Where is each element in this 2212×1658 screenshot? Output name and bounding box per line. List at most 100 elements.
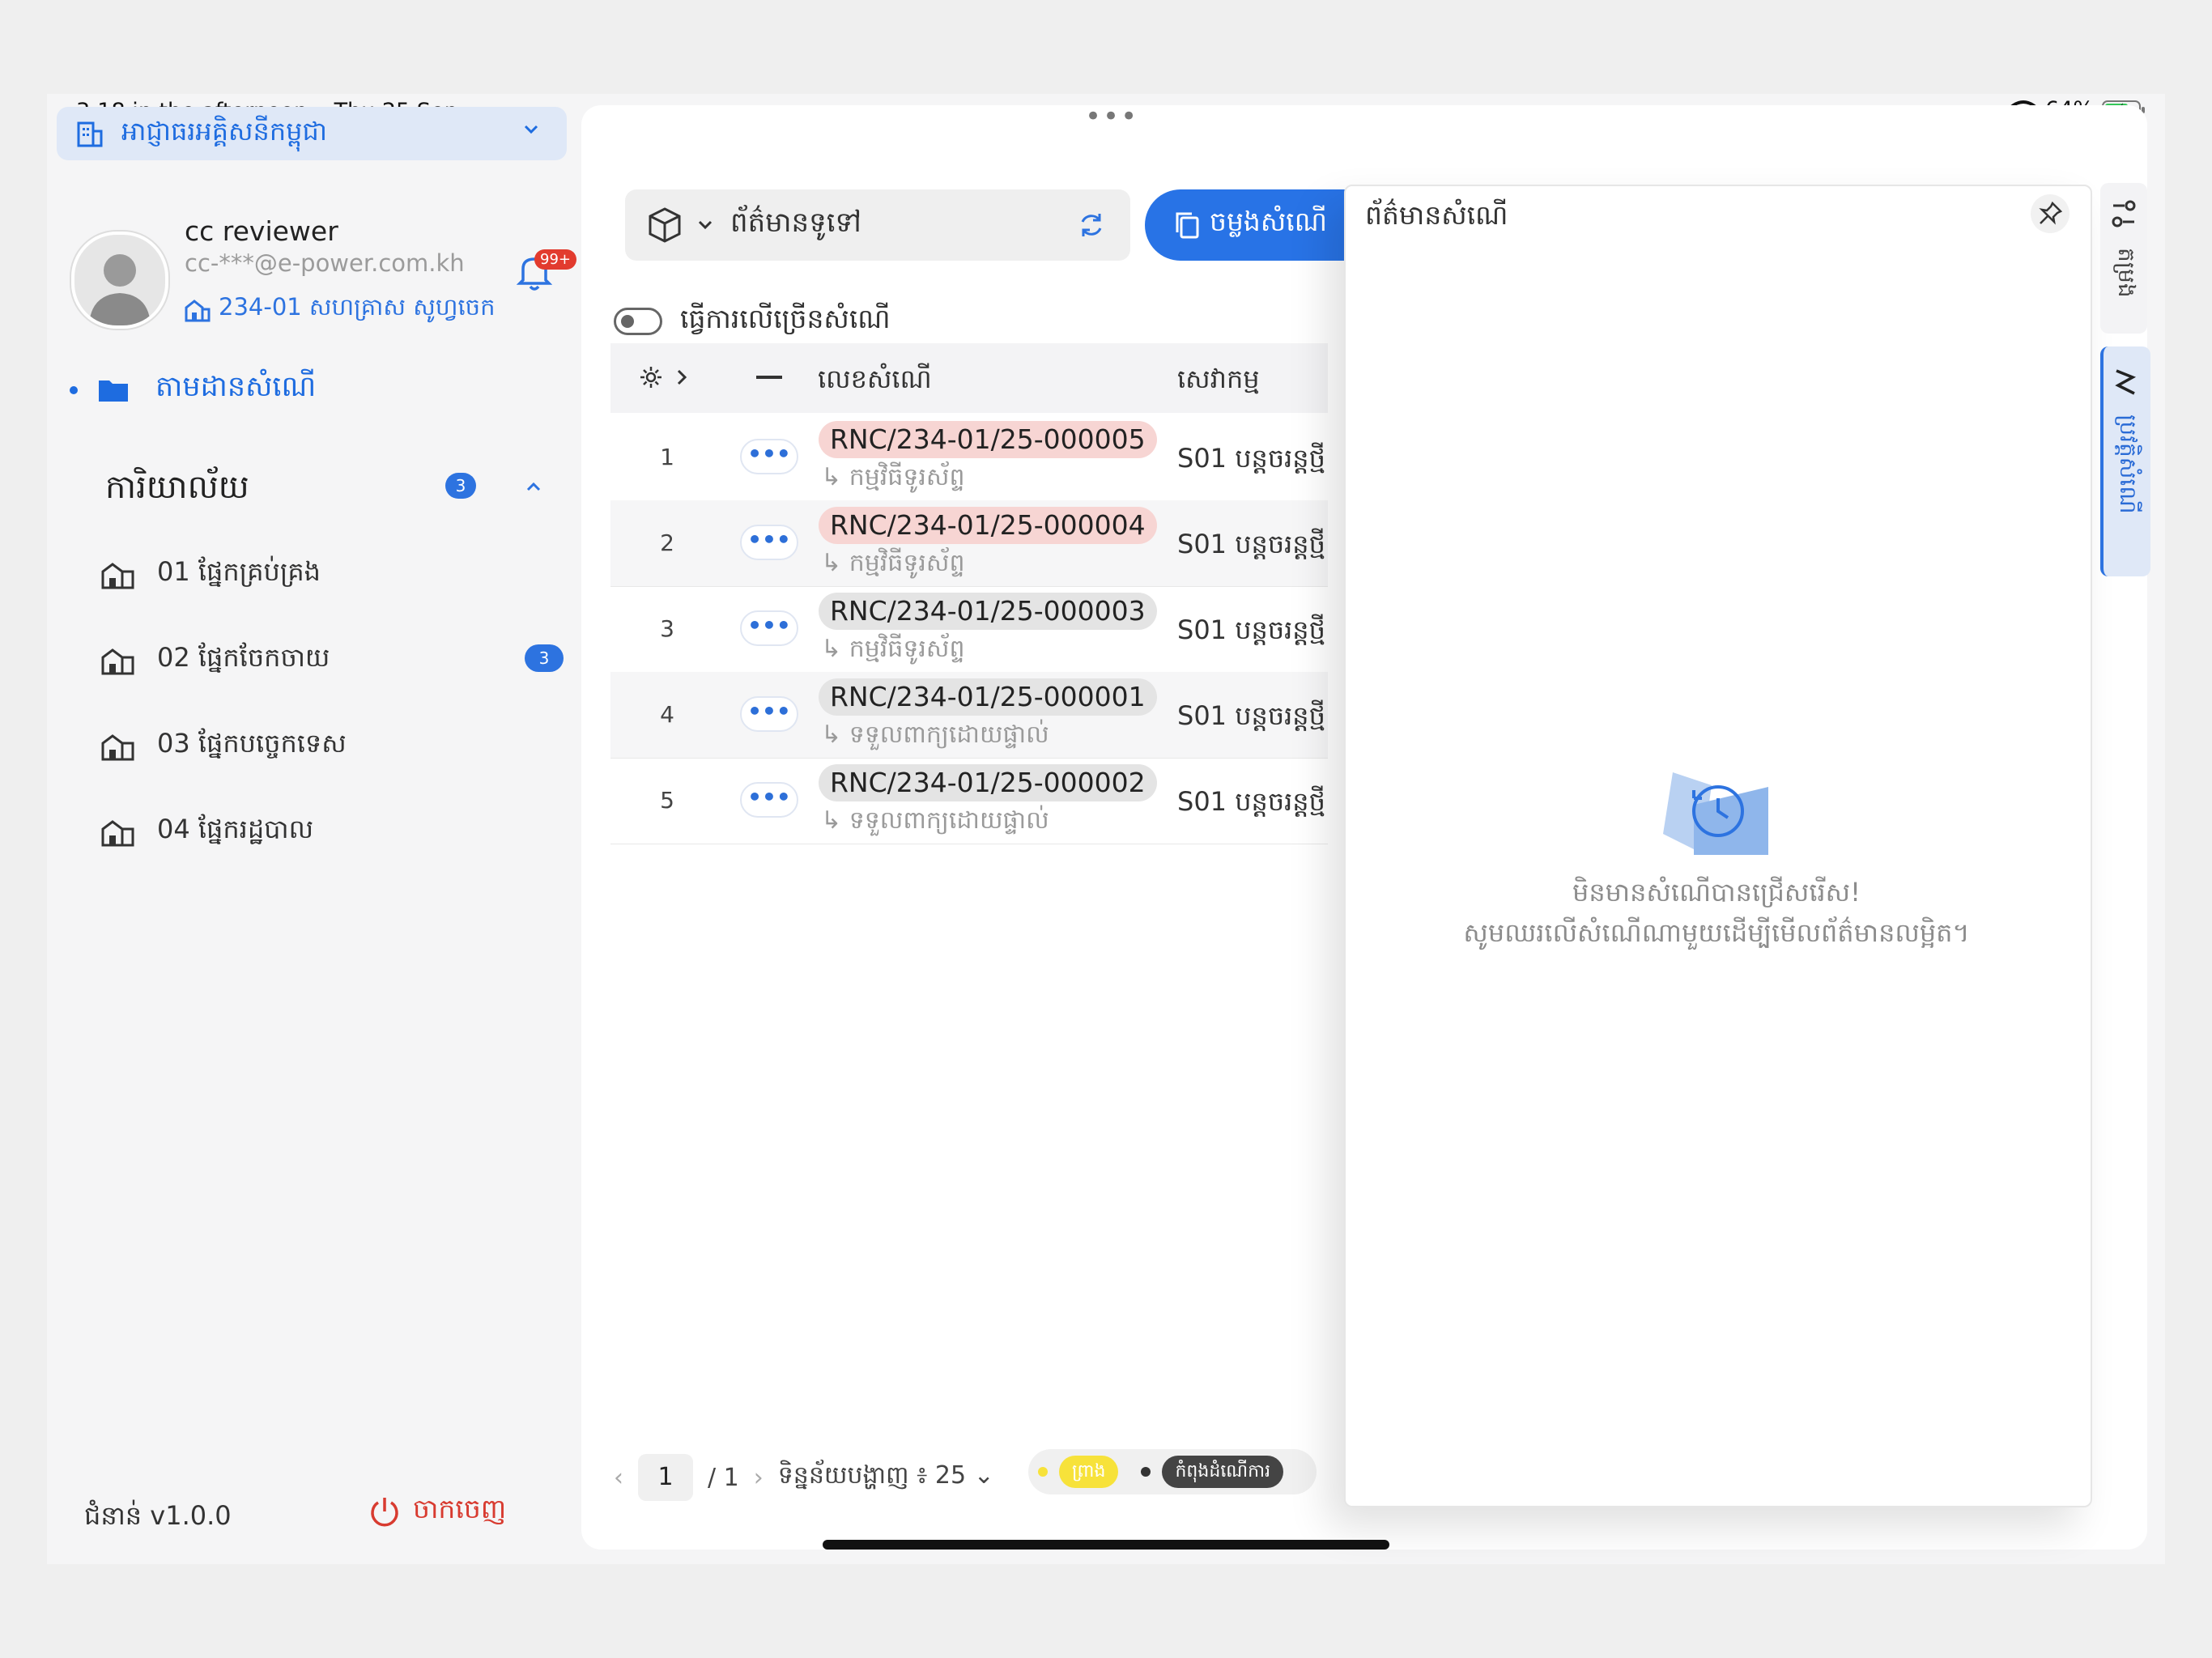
empty-history-illustration-icon [1663,772,1768,855]
empty-state-hint: សូមឈរលើសំណើណាមួយដើម្បីមើលព័ត៌មានលម្អិត។ [1463,917,1970,948]
user-organization: 234-01 សហគ្រាស សូហ្វចេក [185,293,496,327]
request-service: S01 បន្តចរន្តថ្មី [1177,700,1325,731]
row-more-button[interactable]: ••• [740,610,798,646]
dept-item-04[interactable]: 04 ផ្នែករដ្ឋបាល [100,813,313,851]
nav-track-requests-label: តាមដានសំណើ [155,371,317,403]
user-silhouette-icon [89,254,151,325]
dept-item-01[interactable]: 01 ផ្នែកគ្រប់គ្រង [100,555,321,593]
row-more-button[interactable]: ••• [740,782,798,818]
request-service: S01 បន្តចរន្តថ្មី [1177,443,1325,474]
per-page-select[interactable]: ទិន្នន័យបង្ហាញ ៖ 25 ⌄ [778,1460,994,1495]
notification-badge: 99+ [534,249,576,270]
home-indicator [823,1540,1389,1550]
legend-processing: កំពុងដំណើការ [1162,1456,1284,1488]
power-icon [371,1498,398,1527]
request-id-badge: RNC/234-01/25-000004 [819,507,1157,544]
column-header-number: លេខសំណើ [818,363,932,394]
request-source: ↳ កម្មវិធីទូរស័ព្ទ [821,547,965,583]
request-source-label: កម្មវិធីទូរស័ព្ទ [849,635,965,663]
request-source: ↳ ទទួលពាក្យដោយផ្ទាល់ [821,719,1049,755]
dept-item-label: 04 ផ្នែករដ្ឋបាល [157,814,314,844]
row-more-button[interactable]: ••• [740,696,798,732]
subitem-arrow-icon: ↳ [821,806,849,835]
subitem-arrow-icon: ↳ [821,635,849,663]
subitem-arrow-icon: ↳ [821,463,849,491]
multi-request-toggle[interactable] [614,308,662,335]
cube-icon [649,207,681,243]
user-organization-label: 234-01 សហគ្រាស សូហ្វចេក [219,293,496,321]
row-index: 3 [660,615,674,642]
user-name: cc reviewer [185,215,338,247]
user-email: cc-***@e-power.com.kh [185,249,465,277]
row-index: 5 [660,787,674,814]
dept-item-label: 01 ផ្នែកគ្រប់គ្រង [157,556,321,587]
dept-count-badge: 3 [525,644,564,672]
legend-draft: ព្រាង [1059,1456,1119,1488]
request-id-badge: RNC/234-01/25-000003 [819,593,1157,630]
history-trend-icon [2115,369,2137,395]
pagination: ‹ 1 / 1 › ទិន្នន័យបង្ហាញ ៖ 25 ⌄ [614,1454,994,1501]
office-building-icon [101,819,134,846]
copy-request-button[interactable]: ចម្លងសំណើ [1145,189,1347,261]
copy-icon [1176,212,1199,239]
request-source: ↳ ទទួលពាក្យដោយផ្ទាល់ [821,805,1049,840]
chevron-right-icon[interactable] [672,366,691,389]
logout-label: ចាកចេញ [413,1493,507,1524]
organization-select[interactable]: អាជ្ញាធរអគ្គិសនីកម្ពុជា [57,107,567,160]
pin-button[interactable] [2031,194,2069,233]
filter-sliders-icon [2112,200,2136,227]
nav-track-requests[interactable]: តាមដានសំណើ [70,369,316,410]
organization-label: អាជ្ញាធរអគ្គិសនីកម្ពុជា [121,115,327,147]
pin-icon [2039,201,2063,225]
dept-item-label: 02 ផ្នែកចែកចាយ [157,642,330,673]
prev-page-icon[interactable]: ‹ [614,1464,623,1492]
request-id-badge: RNC/234-01/25-000005 [819,421,1157,458]
status-legend: ព្រាង កំពុងដំណើការ [1028,1449,1317,1494]
subitem-arrow-icon: ↳ [821,549,849,577]
request-source-label: ទទួលពាក្យដោយផ្ទាល់ [849,806,1049,835]
subitem-arrow-icon: ↳ [821,721,849,749]
row-index: 1 [660,444,674,470]
legend-draft-dot [1038,1467,1048,1477]
next-page-icon[interactable]: › [754,1464,764,1492]
dept-item-label: 03 ផ្នែកបច្ចេកទេស [157,728,347,759]
row-index: 2 [660,529,674,556]
tab-filter[interactable]: តម្រង [2100,183,2147,334]
building-icon [77,121,103,147]
chevron-up-icon[interactable] [521,474,546,499]
request-source: ↳ កម្មវិធីទូរស័ព្ទ [821,461,965,497]
page-input[interactable]: 1 [638,1454,693,1501]
request-source-label: កម្មវិធីទូរស័ព្ទ [849,463,965,491]
dept-item-02[interactable]: 02 ផ្នែកចែកចាយ [100,641,330,679]
app-version: ជំនាន់ v1.0.0 [84,1500,232,1531]
detail-title: ព័ត៌មានសំណើ [1365,199,1508,231]
tab-history[interactable]: ប្រវត្តិសំណើ [2100,346,2150,576]
info-type-select[interactable]: ព័ត៌មានទូទៅ [625,189,1130,261]
office-count-badge: 3 [445,473,476,499]
office-building-icon [185,300,211,322]
request-source-label: កម្មវិធីទូរស័ព្ទ [849,549,965,577]
row-more-button[interactable]: ••• [740,439,798,474]
select-all-indicator[interactable] [756,376,782,379]
refresh-icon[interactable] [1075,209,1108,241]
logout-button[interactable]: ចាកចេញ [368,1493,506,1532]
multitask-dots-icon[interactable]: ••• [1085,100,1138,133]
row-index: 4 [660,701,674,728]
empty-state-title: មិនមានសំណើបានជ្រើសរើស! [1572,877,1861,908]
tab-history-label: ប្រវត្តិសំណើ [2115,414,2142,514]
gear-icon[interactable] [638,364,664,390]
request-source-label: ទទួលពាក្យដោយផ្ទាល់ [849,721,1049,749]
tab-filter-label: តម្រង [2113,248,2140,298]
per-page-label: ទិន្នន័យបង្ហាញ ៖ 25 [777,1461,967,1490]
request-id-badge: RNC/234-01/25-000001 [819,678,1157,716]
office-building-icon [101,648,134,674]
dept-item-03[interactable]: 03 ផ្នែកបច្ចេកទេស [100,727,347,765]
row-more-button[interactable]: ••• [740,525,798,560]
request-source: ↳ កម្មវិធីទូរស័ព្ទ [821,633,965,669]
request-service: S01 បន្តចរន្តថ្មី [1177,786,1325,817]
copy-request-label: ចម្លងសំណើ [1210,206,1328,237]
request-service: S01 បន្តចរន្តថ្មី [1177,529,1325,559]
avatar[interactable] [71,232,168,329]
multi-request-toggle-label: ធ្វើការលើច្រើនសំណើ [680,303,891,334]
office-section-heading[interactable]: ការិយាល័យ [105,466,249,514]
